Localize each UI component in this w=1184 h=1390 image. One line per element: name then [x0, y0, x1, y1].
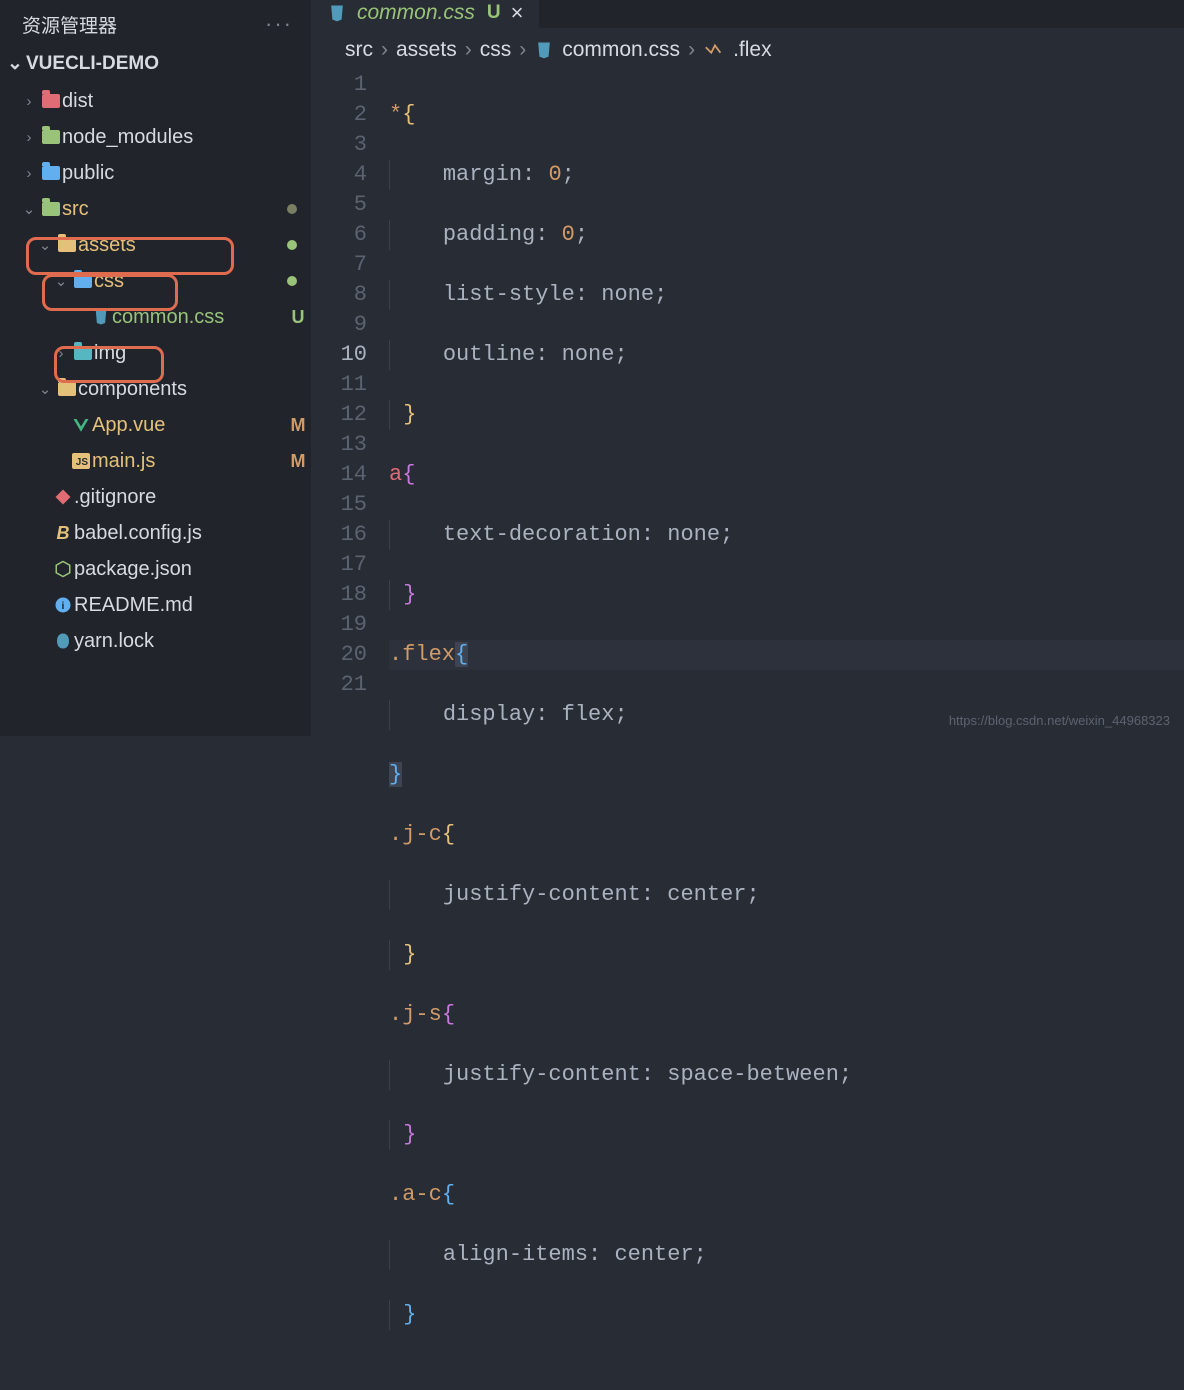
chevron-right-icon: ›	[381, 38, 388, 62]
js-file-icon: JS	[70, 453, 92, 469]
nodejs-file-icon	[52, 560, 74, 578]
explorer-title: 资源管理器	[22, 11, 117, 38]
folder-icon	[72, 274, 94, 288]
git-status-untracked: U	[285, 307, 311, 328]
watermark: https://blog.csdn.net/weixin_44968323	[949, 713, 1170, 728]
chevron-right-icon: ›	[519, 38, 526, 62]
css-file-icon	[327, 3, 347, 23]
tree-item-yarn-lock[interactable]: yarn.lock	[0, 623, 311, 659]
breadcrumb-item[interactable]: common.css	[562, 38, 680, 62]
folder-icon	[40, 202, 62, 216]
tree-item-components[interactable]: ⌄ components	[0, 371, 311, 407]
css-file-icon	[90, 308, 112, 326]
git-status-modified: M	[285, 451, 311, 472]
chevron-right-icon: ›	[465, 38, 472, 62]
tree-item-main-js[interactable]: JS main.js M	[0, 443, 311, 479]
breadcrumb-item[interactable]: css	[480, 38, 512, 62]
yarn-file-icon	[52, 632, 74, 650]
tab-label: common.css	[357, 1, 475, 25]
git-dot-icon	[287, 276, 297, 286]
tree-item-assets[interactable]: ⌄ assets	[0, 227, 311, 263]
folder-icon	[72, 346, 94, 360]
git-status-modified: M	[285, 415, 311, 436]
chevron-right-icon: ›	[688, 38, 695, 62]
tree-item-gitignore[interactable]: .gitignore	[0, 479, 311, 515]
project-header[interactable]: ⌄ VUECLI-DEMO	[0, 48, 311, 81]
code-editor[interactable]: 123456 789101112 131415161718 192021 *{ …	[311, 68, 1184, 1390]
svg-text:i: i	[62, 600, 65, 612]
tree-item-node-modules[interactable]: › node_modules	[0, 119, 311, 155]
chevron-right-icon: ›	[18, 165, 40, 182]
breadcrumb-item[interactable]: assets	[396, 38, 457, 62]
chevron-right-icon: ›	[50, 345, 72, 362]
chevron-down-icon: ⌄	[50, 272, 72, 290]
code-content[interactable]: *{ margin: 0; padding: 0; list-style: no…	[389, 70, 1184, 1390]
chevron-down-icon: ⌄	[34, 236, 56, 254]
tree-item-css[interactable]: ⌄ css	[0, 263, 311, 299]
chevron-right-icon: ›	[18, 93, 40, 110]
folder-icon	[40, 94, 62, 108]
project-name: VUECLI-DEMO	[26, 53, 159, 75]
line-numbers: 123456 789101112 131415161718 192021	[311, 70, 389, 1390]
folder-icon	[40, 130, 62, 144]
folder-icon	[56, 238, 78, 252]
symbol-icon	[703, 41, 725, 59]
tree-item-public[interactable]: › public	[0, 155, 311, 191]
breadcrumb-item[interactable]: src	[345, 38, 373, 62]
chevron-down-icon: ⌄	[4, 52, 26, 75]
tree-item-package-json[interactable]: package.json	[0, 551, 311, 587]
css-file-icon	[534, 40, 554, 60]
tree-item-src[interactable]: ⌄ src	[0, 191, 311, 227]
chevron-down-icon: ⌄	[18, 200, 40, 218]
info-file-icon: i	[52, 596, 74, 614]
close-icon[interactable]: ×	[511, 0, 524, 26]
tab-common-css[interactable]: common.css U ×	[311, 0, 539, 28]
tree-item-img[interactable]: › img	[0, 335, 311, 371]
git-dot-icon	[287, 204, 297, 214]
tree-item-dist[interactable]: › dist	[0, 83, 311, 119]
git-file-icon	[52, 488, 74, 506]
chevron-down-icon: ⌄	[34, 380, 56, 398]
chevron-right-icon: ›	[18, 129, 40, 146]
tree-item-app-vue[interactable]: App.vue M	[0, 407, 311, 443]
explorer-more-icon[interactable]: ···	[265, 11, 293, 37]
babel-file-icon: B	[52, 523, 74, 544]
folder-icon	[56, 382, 78, 396]
tree-item-readme[interactable]: i README.md	[0, 587, 311, 623]
breadcrumbs[interactable]: src › assets › css › common.css › .flex	[311, 28, 1184, 68]
git-dot-icon	[287, 240, 297, 250]
tree-item-babel-config[interactable]: B babel.config.js	[0, 515, 311, 551]
breadcrumb-item[interactable]: .flex	[733, 38, 772, 62]
folder-icon	[40, 166, 62, 180]
vue-file-icon	[70, 417, 92, 433]
file-tree: › dist › node_modules › public ⌄ src ⌄ a…	[0, 81, 311, 736]
tree-item-common-css[interactable]: common.css U	[0, 299, 311, 335]
tab-git-status: U	[487, 2, 501, 24]
tab-bar: common.css U ×	[311, 0, 1184, 28]
